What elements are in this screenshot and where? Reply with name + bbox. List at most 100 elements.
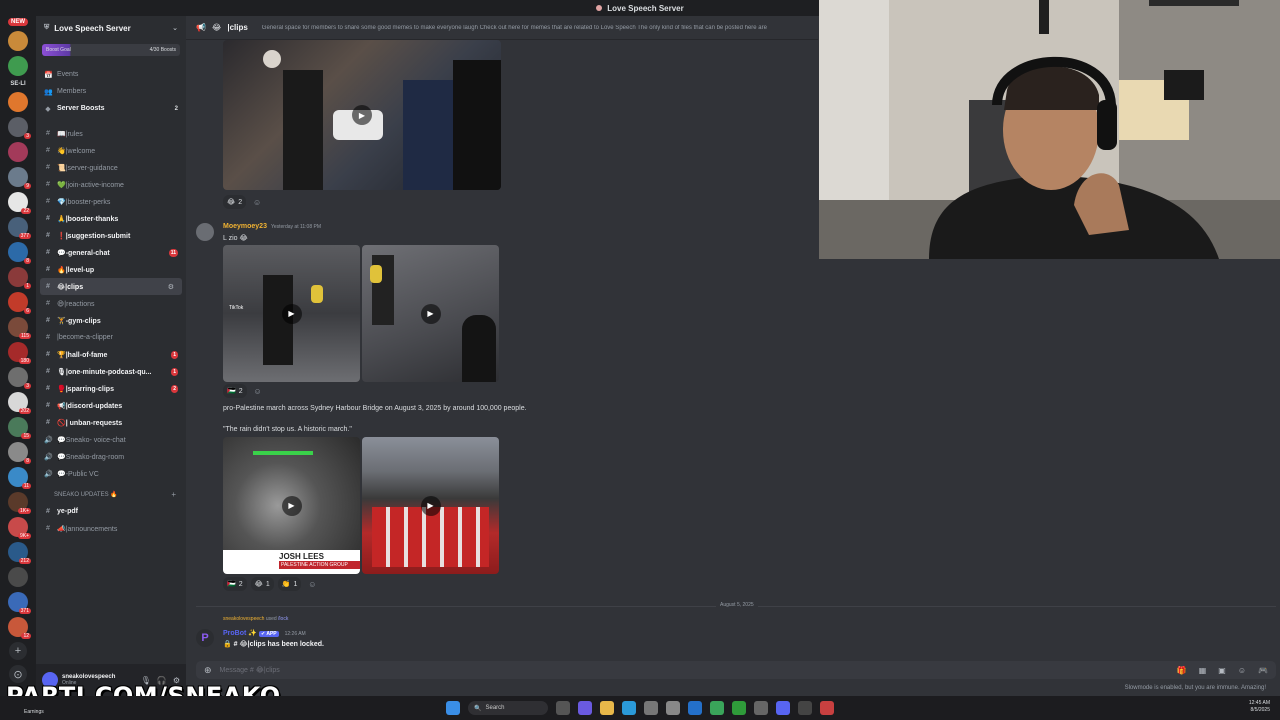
server-icon[interactable]: 11 [8,467,31,489]
server-icon[interactable]: 3 [8,117,31,139]
server-icon[interactable]: 377 [8,217,31,239]
channel-topic[interactable]: General space for members to share some … [262,25,767,31]
settings-icon[interactable] [644,701,658,715]
add-reaction-icon[interactable]: ☺ [305,577,319,591]
video-attachment[interactable]: TikTok ▶ [223,245,360,382]
taskbar-search[interactable]: 🔍 Search [468,701,548,715]
server-icon[interactable]: 6 [8,292,31,314]
category-sneako-updates[interactable]: SNEAKO UPDATES 🔥 + [36,486,186,503]
add-reaction-icon[interactable]: ☺ [251,384,265,398]
server-header[interactable]: ⛨ Love Speech Server ⌄ [36,16,186,40]
server-icon[interactable]: 12 [8,617,31,639]
app-icon[interactable] [754,701,768,715]
reaction-chip[interactable]: 👏 1 [277,577,302,591]
play-icon[interactable]: ▶ [281,495,302,516]
channel-item[interactable]: # 👋|welcome [36,142,186,159]
server-icon[interactable]: 9K+ [8,517,31,539]
emoji-icon[interactable]: ☺ [1238,666,1246,675]
channel-item[interactable]: # |become-a-clipper [36,329,186,346]
channel-item[interactable]: # 🏋️-gym-clips [36,312,186,329]
sticker-icon[interactable]: ▣ [1218,666,1226,675]
server-icon[interactable]: 9 [8,167,31,189]
nav-item-members[interactable]: 👥 Members [36,83,186,100]
channel-item[interactable]: # 🏆|hall-of-fame 1 [36,346,186,363]
author-name[interactable]: Moeymoey23 [223,223,267,230]
channel-item[interactable]: # 📜|server-guidance [36,159,186,176]
channel-settings-icon[interactable]: ⚙ [168,283,174,291]
file-explorer-icon[interactable] [600,701,614,715]
video-attachment[interactable]: JOSH LEES PALESTINE ACTION GROUP ▶ [223,437,360,574]
channel-item[interactable]: 🔊 💬Sneako- voice-chat [36,431,186,448]
edge-icon[interactable] [622,701,636,715]
play-icon[interactable]: ▶ [420,303,441,324]
server-icon[interactable]: 371 [8,592,31,614]
task-view-icon[interactable] [556,701,570,715]
server-icon[interactable]: 15 [8,417,31,439]
xbox-icon[interactable] [732,701,746,715]
server-icon[interactable]: 212 [8,542,31,564]
gif-icon[interactable]: ▦ [1199,666,1207,675]
add-attachment-icon[interactable]: ⊕ [204,665,212,676]
vscode-icon[interactable] [688,701,702,715]
server-icon[interactable] [8,31,28,51]
message-composer[interactable]: ⊕ Message # 😂|clips 🎁 ▦ ▣ ☺ 🎮 [196,661,1276,679]
reaction-chip[interactable]: 🇵🇸 2 [223,384,247,398]
slash-command[interactable]: /lock [278,616,288,622]
video-attachment[interactable]: ▶ [362,437,499,574]
bot-name[interactable]: ProBot ✨ [223,630,257,637]
reply-user[interactable]: sneakolovespeech [223,616,264,622]
channel-item[interactable]: # 🥊|sparring-clips 2 [36,380,186,397]
server-icon[interactable]: 180 [8,342,31,364]
store-icon[interactable] [666,701,680,715]
message-author[interactable]: Moeymoey23 Yesterday at 11:08 PM [223,223,321,230]
video-attachment[interactable]: ▶ [362,245,499,382]
server-icon[interactable]: 202 [8,392,31,414]
discord-icon[interactable] [776,701,790,715]
reaction-chip[interactable]: 😂 2 [223,195,247,209]
system-clock[interactable]: 12:45 AM 8/5/2025 [1249,700,1270,714]
server-icon[interactable] [8,142,28,162]
copilot-icon[interactable] [578,701,592,715]
channel-item[interactable]: # 📖|rules [36,125,186,142]
play-icon[interactable]: ▶ [352,105,372,125]
channel-item[interactable]: # 💎|booster-perks [36,193,186,210]
channel-item[interactable]: # 😄|reactions [36,295,186,312]
rail-text-item[interactable]: SE-LI [10,81,25,87]
app-icon[interactable] [820,701,834,715]
channel-item[interactable]: # 💬-general-chat 11 [36,244,186,261]
reaction-chip[interactable]: 🇵🇸 2 [223,577,247,591]
server-icon[interactable]: 8 [8,442,31,464]
video-attachment[interactable]: ▶ [223,40,501,190]
channel-item[interactable]: # ❗|suggestion-submit [36,227,186,244]
channel-item[interactable]: # 📢|discord-updates [36,397,186,414]
add-reaction-icon[interactable]: ☺ [250,195,264,209]
server-icon[interactable]: 22 [8,192,31,214]
channel-item[interactable]: # ye-pdf [36,503,186,520]
server-icon[interactable]: 1 [8,267,31,289]
play-icon[interactable]: ▶ [420,495,441,516]
server-icon[interactable]: 3 [8,367,31,389]
channel-item[interactable]: # 🚫| unban-requests [36,414,186,431]
server-icon[interactable]: 8 [8,242,31,264]
chrome-icon[interactable] [710,701,724,715]
gift-icon[interactable]: 🎁 [1177,666,1187,675]
nav-item-server-boosts[interactable]: ◆ Server Boosts 2 [36,100,186,117]
channel-item[interactable]: # 🔥|level-up [36,261,186,278]
server-icon[interactable]: 1K+ [8,492,31,514]
composer-placeholder[interactable]: Message # 😂|clips [220,666,280,674]
channel-item[interactable]: # 💚|join-active-income [36,176,186,193]
avatar[interactable] [196,223,214,241]
play-icon[interactable]: ▶ [281,303,302,324]
bot-author[interactable]: ProBot ✨ ✔ APP 12:26 AM [223,629,306,637]
reaction-chip[interactable]: 😂 1 [250,577,274,591]
bot-avatar[interactable]: P [196,629,214,647]
obs-icon[interactable] [798,701,812,715]
channel-item[interactable]: # 🙏|booster-thanks [36,210,186,227]
add-server-icon[interactable]: + [9,642,27,660]
channel-item[interactable]: # 📣|announcements [36,520,186,537]
channel-item[interactable]: # 😂|clips ⚙ [40,278,182,295]
discover-icon[interactable]: ⊙ [9,665,27,683]
boost-goal-bar[interactable]: Boost Goal 4/30 Boosts [42,44,180,56]
channel-item[interactable]: 🔊 💬Sneako-drag-room [36,448,186,465]
nav-item-events[interactable]: 📅 Events [36,66,186,83]
